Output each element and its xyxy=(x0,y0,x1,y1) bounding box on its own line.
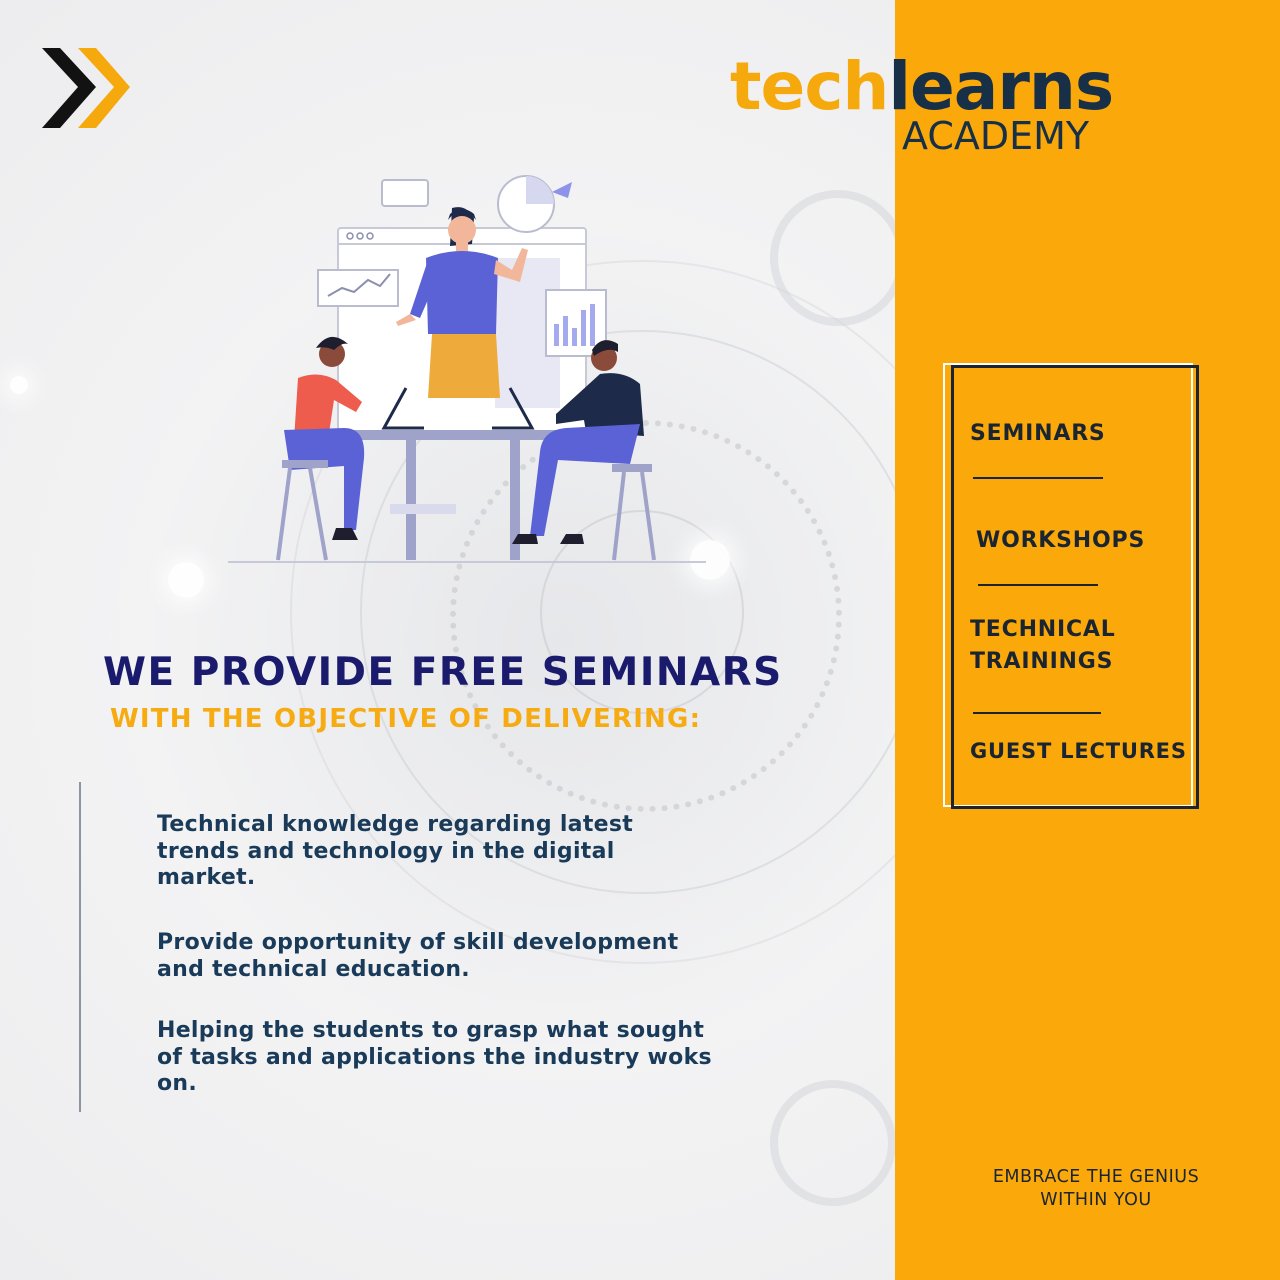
logo-tech-text: tech xyxy=(730,48,889,125)
logo-academy-text: ACADEMY xyxy=(902,114,1090,158)
menu-item-guest-lectures: GUEST LECTURES xyxy=(970,739,1187,763)
bg-ring xyxy=(770,1080,895,1206)
tagline: EMBRACE THE GENIUS WITHIN YOU xyxy=(992,1167,1200,1210)
menu-item-workshops: WORKSHOPS xyxy=(976,528,1146,553)
subheadline: WITH THE OBJECTIVE OF DELIVERING: xyxy=(110,704,702,734)
objectives-divider xyxy=(79,782,81,1112)
team-meeting-illustration xyxy=(228,175,706,563)
menu-item-technical-trainings: TECHNICAL TRAININGS xyxy=(970,617,1116,674)
objective-item: Technical knowledge regarding latest tre… xyxy=(157,812,634,890)
services-menu: SEMINARS WORKSHOPS TECHNICAL TRAININGS G… xyxy=(943,363,1199,809)
menu-separator xyxy=(973,712,1101,714)
objective-item: Provide opportunity of skill development… xyxy=(157,930,679,982)
bg-ring xyxy=(770,190,895,326)
bg-glow xyxy=(168,562,204,598)
bg-glow xyxy=(10,376,28,394)
headline: WE PROVIDE FREE SEMINARS xyxy=(103,650,783,695)
techlearns-logo: techlearns ACADEMY xyxy=(730,48,1120,158)
double-chevron-right-icon xyxy=(42,48,130,128)
menu-item-seminars: SEMINARS xyxy=(970,421,1106,446)
objective-item: Helping the students to grasp what sough… xyxy=(157,1018,712,1096)
menu-separator xyxy=(973,477,1103,479)
menu-separator xyxy=(978,584,1098,586)
